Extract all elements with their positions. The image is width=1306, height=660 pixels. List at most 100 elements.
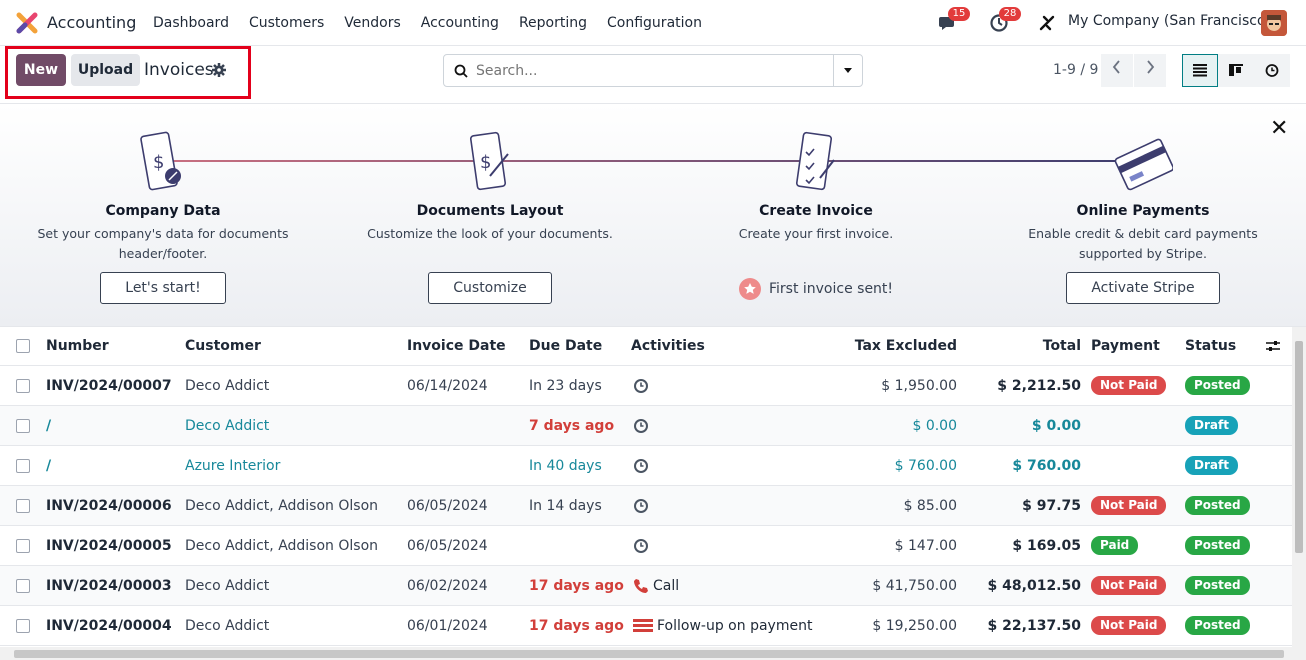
app-name[interactable]: Accounting bbox=[47, 13, 136, 32]
customer-name[interactable]: Deco Addict bbox=[185, 366, 269, 405]
customer-name[interactable]: Deco Addict, Addison Olson bbox=[185, 526, 378, 565]
due-date: 17 days ago bbox=[529, 617, 624, 634]
table-row[interactable]: INV/2024/00007 Deco Addict 06/14/2024 In 23… bbox=[0, 366, 1292, 406]
messages-button[interactable]: 15 bbox=[938, 0, 970, 46]
row-checkbox[interactable] bbox=[16, 406, 30, 445]
onboarding-progress-line bbox=[165, 160, 1143, 162]
table-row[interactable]: INV/2024/00003 Deco Addict 06/02/2024 17 da… bbox=[0, 566, 1292, 606]
total: $ 48,012.50 bbox=[987, 577, 1081, 594]
close-icon[interactable]: ✕ bbox=[1270, 116, 1288, 141]
top-navbar: Accounting Dashboard Customers Vendors A… bbox=[0, 0, 1306, 46]
horizontal-scrollbar[interactable] bbox=[0, 647, 1306, 660]
step-title: Online Payments bbox=[1076, 203, 1210, 219]
onboarding-step-create-invoice: Create Invoice Create your first invoice… bbox=[671, 128, 961, 300]
table-row[interactable]: INV/2024/00006 Deco Addict, Addison Olson… bbox=[0, 486, 1292, 526]
row-checkbox[interactable] bbox=[16, 446, 30, 485]
invoice-number[interactable]: INV/2024/00007 bbox=[46, 366, 172, 405]
invoice-number[interactable]: INV/2024/00006 bbox=[46, 486, 172, 525]
search-input[interactable] bbox=[476, 55, 831, 86]
activity-button[interactable] bbox=[633, 526, 653, 565]
status-badge: Posted bbox=[1185, 486, 1250, 525]
step-title: Documents Layout bbox=[416, 203, 564, 219]
invoice-number[interactable]: / bbox=[46, 446, 51, 485]
list-view-button[interactable] bbox=[1182, 54, 1218, 87]
invoice-number[interactable]: INV/2024/00003 bbox=[46, 566, 172, 605]
activity-view-button[interactable] bbox=[1254, 54, 1290, 87]
column-customer[interactable]: Customer bbox=[185, 327, 261, 365]
activity-button[interactable] bbox=[633, 366, 653, 405]
table-row[interactable]: INV/2024/00004 Deco Addict 06/01/2024 17 da… bbox=[0, 606, 1292, 646]
step-done-indicator: First invoice sent! bbox=[671, 278, 961, 300]
column-due-date[interactable]: Due Date bbox=[529, 327, 602, 365]
activity-button[interactable] bbox=[633, 446, 653, 485]
kanban-view-button[interactable] bbox=[1218, 54, 1254, 87]
invoice-number[interactable]: INV/2024/00005 bbox=[46, 526, 172, 565]
optional-columns-toggle[interactable] bbox=[1265, 327, 1281, 365]
payment-badge: Not Paid bbox=[1091, 606, 1167, 645]
menu-accounting[interactable]: Accounting bbox=[411, 0, 509, 46]
payment-status: Paid bbox=[1091, 536, 1139, 555]
debug-tools-button[interactable] bbox=[1038, 0, 1056, 46]
total: $ 22,137.50 bbox=[987, 617, 1081, 634]
menu-dashboard[interactable]: Dashboard bbox=[143, 0, 239, 46]
column-invoice-date[interactable]: Invoice Date bbox=[407, 327, 506, 365]
payment-status: Not Paid bbox=[1091, 376, 1167, 395]
tax-excluded: $ 85.00 bbox=[903, 497, 957, 514]
column-total[interactable]: Total bbox=[960, 327, 1081, 365]
column-activities[interactable]: Activities bbox=[631, 327, 705, 365]
clock-icon bbox=[634, 418, 648, 433]
customer-name[interactable]: Azure Interior bbox=[185, 446, 280, 485]
pager-next-button[interactable] bbox=[1134, 54, 1166, 87]
company-switcher[interactable]: My Company (San Francisco) bbox=[1068, 13, 1271, 29]
user-avatar-image bbox=[1261, 10, 1287, 36]
customize-button[interactable]: Customize bbox=[428, 272, 552, 304]
row-checkbox[interactable] bbox=[16, 486, 30, 525]
customer-name[interactable]: Deco Addict bbox=[185, 406, 269, 445]
menu-customers[interactable]: Customers bbox=[239, 0, 334, 46]
customer-name[interactable]: Deco Addict bbox=[185, 566, 269, 605]
activity-button[interactable] bbox=[633, 486, 653, 525]
row-checkbox[interactable] bbox=[16, 366, 30, 405]
invoice-number[interactable]: / bbox=[46, 406, 51, 445]
row-checkbox[interactable] bbox=[16, 606, 30, 645]
user-avatar[interactable] bbox=[1261, 10, 1287, 36]
phone-icon bbox=[634, 578, 648, 593]
menu-reporting[interactable]: Reporting bbox=[509, 0, 597, 46]
pager-value[interactable]: 1-9 / 9 bbox=[1053, 62, 1098, 78]
customer-name[interactable]: Deco Addict bbox=[185, 606, 269, 645]
document-edit-icon: $ bbox=[469, 131, 509, 191]
table-row[interactable]: / Azure Interior In 40 days $ 760.00 $ 760.0… bbox=[0, 446, 1292, 486]
activate-stripe-button[interactable]: Activate Stripe bbox=[1066, 272, 1220, 304]
menu-configuration[interactable]: Configuration bbox=[597, 0, 712, 46]
pager-previous-button[interactable] bbox=[1101, 54, 1133, 87]
list-view-icon bbox=[1193, 64, 1207, 77]
star-icon bbox=[738, 278, 761, 300]
invoice-number[interactable]: INV/2024/00004 bbox=[46, 606, 172, 645]
select-all-checkbox[interactable] bbox=[16, 327, 30, 365]
clock-icon bbox=[1265, 64, 1279, 77]
column-number[interactable]: Number bbox=[46, 327, 109, 365]
activity-button[interactable]: Follow-up on payment bbox=[633, 606, 812, 645]
customer-name[interactable]: Deco Addict, Addison Olson bbox=[185, 486, 378, 525]
vertical-scrollbar[interactable] bbox=[1292, 327, 1306, 647]
activities-button[interactable]: 28 bbox=[989, 0, 1021, 46]
row-checkbox[interactable] bbox=[16, 566, 30, 605]
column-status[interactable]: Status bbox=[1185, 327, 1236, 365]
lets-start-button[interactable]: Let's start! bbox=[100, 272, 226, 304]
table-row[interactable]: INV/2024/00005 Deco Addict, Addison Olson… bbox=[0, 526, 1292, 566]
activity-button[interactable] bbox=[633, 406, 653, 445]
row-checkbox[interactable] bbox=[16, 526, 30, 565]
column-payment[interactable]: Payment bbox=[1091, 327, 1160, 365]
table-row[interactable]: / Deco Addict 7 days ago $ 0.00 $ 0.00 Draft bbox=[0, 406, 1292, 446]
column-tax-excluded[interactable]: Tax Excluded bbox=[800, 327, 957, 365]
search-options-toggle[interactable] bbox=[833, 55, 862, 86]
accounting-app-icon[interactable] bbox=[16, 12, 38, 34]
onboarding-step-documents-layout: $ Documents Layout Customize the look of… bbox=[345, 128, 635, 304]
due-date: In 23 days bbox=[529, 377, 602, 394]
activity-button[interactable]: Call bbox=[633, 566, 679, 605]
payment-badge: Not Paid bbox=[1091, 486, 1167, 525]
payment-badge: Not Paid bbox=[1091, 366, 1167, 405]
invoice-date: 06/01/2024 bbox=[407, 617, 488, 634]
invoice-status: Draft bbox=[1185, 416, 1238, 435]
menu-vendors[interactable]: Vendors bbox=[334, 0, 410, 46]
